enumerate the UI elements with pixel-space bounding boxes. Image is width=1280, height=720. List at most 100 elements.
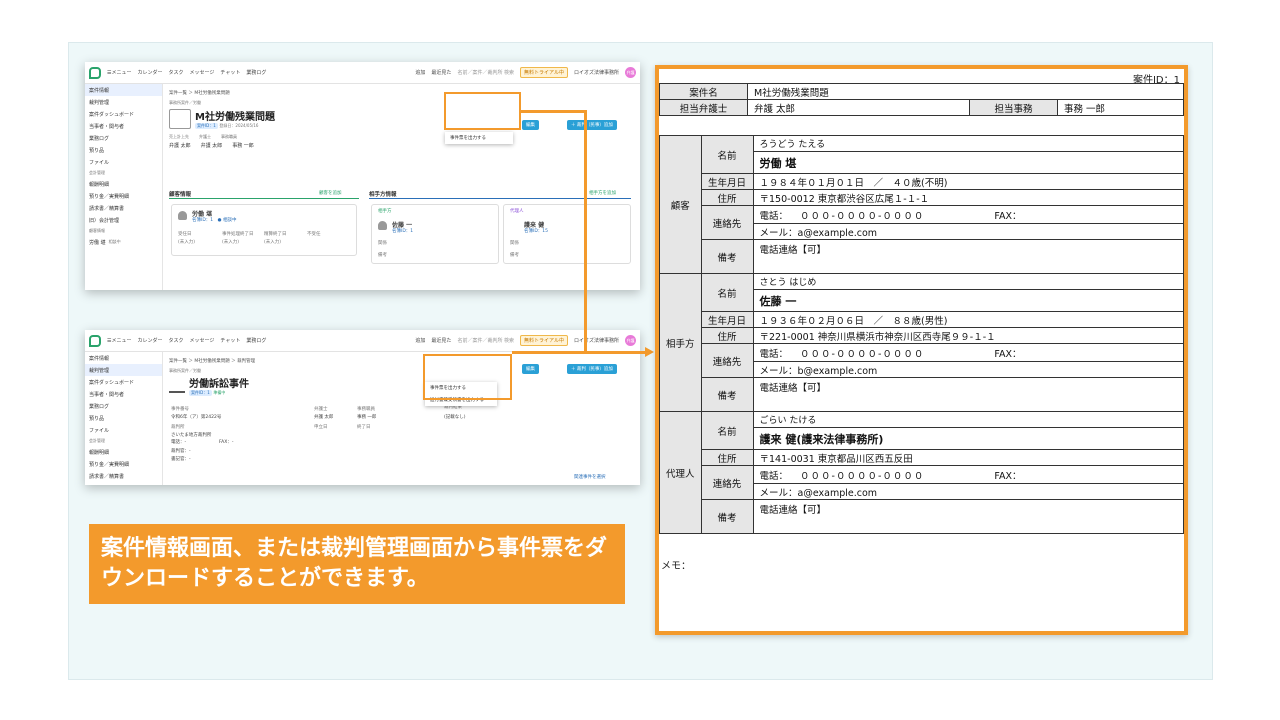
judge: 裁判官：- bbox=[171, 449, 191, 454]
top-bar: ☰メニュー カレンダー タスク メッセージ チャット 業務ログ 追加 最近見た … bbox=[85, 330, 640, 352]
edit-button[interactable]: 編集 bbox=[522, 364, 539, 374]
sidebar-item-label: 預り品 bbox=[89, 415, 105, 422]
add-opponent-button[interactable]: 相手方を追加 bbox=[589, 190, 616, 196]
sidebar-item-deposits[interactable]: 預り品 bbox=[85, 412, 162, 424]
agent-label: 代理人 bbox=[510, 209, 524, 214]
opponent-section-title: 相手方情報 bbox=[369, 192, 397, 198]
opponent-group-label: 相手方 bbox=[659, 273, 702, 412]
court-fax: FAX：- bbox=[219, 440, 234, 445]
chat-button[interactable]: チャット bbox=[220, 337, 240, 344]
message-button[interactable]: メッセージ bbox=[190, 337, 215, 344]
client-card[interactable]: 労働 堪 名簿ID：1 ● 相談中 受任日 事件処理終了日 精算終了日 不受任 … bbox=[171, 204, 357, 256]
sidebar-item-trial[interactable]: 裁判管理 bbox=[85, 364, 162, 376]
sidebar-item-files[interactable]: ファイル bbox=[85, 156, 162, 168]
staff-name[interactable]: 弁護 太郎 bbox=[201, 142, 223, 149]
main-content: 案件一覧 ＞ M社労働残業問題 事務所案件／労働 M社労働残業問題 案件ID：1… bbox=[169, 84, 636, 290]
menu-button[interactable]: ☰メニュー bbox=[107, 69, 131, 76]
phone-label: 電話： bbox=[759, 348, 789, 360]
menu-button[interactable]: ☰メニュー bbox=[107, 337, 131, 344]
add-trial-button[interactable]: ＋ 裁判（民事）追加 bbox=[567, 120, 617, 130]
agent-address: 〒141-0031 東京都品川区西五反田 bbox=[752, 449, 1184, 466]
case-category: 事務所案件／労働 bbox=[169, 368, 201, 373]
sidebar-item-invoices[interactable]: 請求書／精算書 bbox=[85, 202, 162, 214]
add-menu[interactable]: 追加 bbox=[415, 337, 425, 344]
sidebar-item-dashboard[interactable]: 案件ダッシュボード bbox=[85, 376, 162, 388]
sidebar-item-label: 請求書／精算書 bbox=[89, 205, 125, 212]
staff-name[interactable]: 弁護 太郎 bbox=[169, 142, 191, 149]
sidebar-item-parties[interactable]: 当事者・関与者 bbox=[85, 388, 162, 400]
export-case-sheet-item[interactable]: 事件票を出力する bbox=[445, 132, 513, 144]
sidebar-item-fees[interactable]: 報酬明細 bbox=[85, 446, 162, 458]
relation-label: 関係 bbox=[510, 241, 519, 246]
case-number: 令和6年（ア）第2422号 bbox=[171, 415, 222, 420]
sidebar-item-label: 預り品 bbox=[89, 147, 105, 154]
case-id-badge: 案件ID：1 bbox=[195, 123, 218, 129]
calendar-button[interactable]: カレンダー bbox=[137, 69, 162, 76]
address-label: 住所 bbox=[700, 327, 754, 344]
sidebar-item-dashboard[interactable]: 案件ダッシュボード bbox=[85, 108, 162, 120]
sidebar-item-old-accounting[interactable]: 旧）会計管理 bbox=[85, 214, 162, 226]
avatar[interactable]: 弁護 bbox=[625, 67, 636, 78]
staff-name[interactable]: 事務 一郎 bbox=[232, 142, 254, 149]
opponent-kana: さとう はじめ bbox=[752, 273, 1184, 290]
caption: 案件情報画面、または裁判管理画面から事件票をダウンロードすることができます。 bbox=[89, 524, 625, 604]
client-mail: a@example.com bbox=[797, 227, 878, 239]
sidebar-item-label: 案件情報 bbox=[89, 87, 110, 94]
task-button[interactable]: タスク bbox=[169, 337, 184, 344]
worklog-button[interactable]: 業務ログ bbox=[246, 69, 266, 76]
fax-label: FAX： bbox=[994, 348, 1022, 360]
add-trial-button[interactable]: ＋ 裁判（民事）追加 bbox=[567, 364, 617, 374]
staff-name[interactable]: 事務 一郎 bbox=[357, 414, 376, 420]
recent-menu[interactable]: 最近見た bbox=[431, 69, 451, 76]
client-birth: １９８４年０１月０１日 ／ ４０歳(不明) bbox=[752, 173, 1184, 190]
sidebar-item-expenses[interactable]: 預り金／実費明細 bbox=[85, 190, 162, 202]
sidebar-section-accounting: 会計管理 bbox=[89, 438, 105, 443]
sidebar-item-invoices[interactable]: 請求書／精算書 bbox=[85, 470, 162, 482]
trial-badge[interactable]: 無料トライアル中 bbox=[520, 67, 568, 78]
edit-button[interactable]: 編集 bbox=[522, 120, 539, 130]
contact-label: 連絡先 bbox=[700, 465, 754, 500]
calendar-button[interactable]: カレンダー bbox=[137, 337, 162, 344]
sidebar-client[interactable]: 労働 堪相談中 bbox=[85, 236, 162, 248]
related-case-link[interactable]: 関連事件を選択 bbox=[574, 474, 606, 480]
note-label: 備考 bbox=[700, 499, 754, 534]
chat-button[interactable]: チャット bbox=[220, 69, 240, 76]
message-button[interactable]: メッセージ bbox=[190, 69, 215, 76]
agent-card[interactable]: 代理人 護来 健 名簿ID：15 関係 備考 bbox=[503, 204, 631, 264]
opponent-card[interactable]: 相手方 佐藤 一 名簿ID：1 関係 備考 bbox=[371, 204, 499, 264]
created-date: 登録日：2024/05/16 bbox=[219, 123, 259, 128]
sidebar-item-trial[interactable]: 裁判管理 bbox=[85, 96, 162, 108]
search-input[interactable]: 名前／案件／裁判所 検索 bbox=[457, 69, 514, 76]
firm-name[interactable]: ロイオズ法律事務所 bbox=[574, 337, 619, 344]
role-label: 弁護士 bbox=[199, 134, 211, 139]
connector-line bbox=[521, 110, 586, 113]
trial-badge[interactable]: 無料トライアル中 bbox=[520, 335, 568, 346]
add-client-button[interactable]: 顧客を追加 bbox=[319, 190, 342, 196]
sidebar-item-fees[interactable]: 報酬明細 bbox=[85, 178, 162, 190]
opponent-section-divider bbox=[369, 198, 631, 199]
arrow-icon bbox=[645, 347, 654, 357]
sidebar-item-parties[interactable]: 当事者・関与者 bbox=[85, 120, 162, 132]
sidebar-item-worklog[interactable]: 業務ログ bbox=[85, 400, 162, 412]
sidebar-item-files[interactable]: ファイル bbox=[85, 424, 162, 436]
opponent-note: 電話連絡【可】 bbox=[752, 377, 1184, 412]
breadcrumb[interactable]: 案件一覧 ＞ M社労働残業問題 ＞ 裁判管理 bbox=[169, 358, 636, 364]
recent-menu[interactable]: 最近見た bbox=[431, 337, 451, 344]
opponent-label: 相手方 bbox=[378, 209, 392, 214]
add-menu[interactable]: 追加 bbox=[415, 69, 425, 76]
sidebar-item-case-info[interactable]: 案件情報 bbox=[85, 352, 162, 364]
task-button[interactable]: タスク bbox=[169, 69, 184, 76]
breadcrumb[interactable]: 案件一覧 ＞ M社労働残業問題 bbox=[169, 90, 636, 96]
avatar[interactable]: 弁護 bbox=[625, 335, 636, 346]
sidebar-item-worklog[interactable]: 業務ログ bbox=[85, 132, 162, 144]
fax-label: FAX： bbox=[994, 470, 1022, 482]
sidebar-item-expenses[interactable]: 預り金／実費明細 bbox=[85, 458, 162, 470]
lawyer-name[interactable]: 弁護 太郎 bbox=[314, 414, 333, 420]
mail-label: メール： bbox=[759, 365, 798, 377]
firm-name[interactable]: ロイオズ法律事務所 bbox=[574, 69, 619, 76]
sidebar-item-case-info[interactable]: 案件情報 bbox=[85, 84, 162, 96]
export-dropdown: 事件票を出力する bbox=[445, 132, 513, 144]
sidebar-item-deposits[interactable]: 預り品 bbox=[85, 144, 162, 156]
worklog-button[interactable]: 業務ログ bbox=[246, 337, 266, 344]
search-input[interactable]: 名前／案件／裁判所 検索 bbox=[457, 337, 514, 344]
